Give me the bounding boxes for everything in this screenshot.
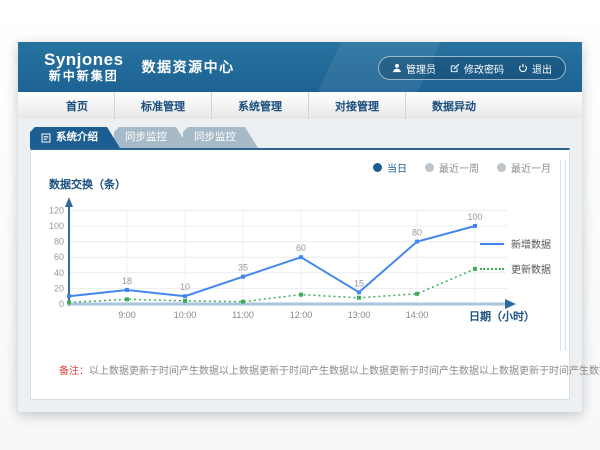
svg-text:35: 35 — [238, 263, 248, 273]
radio-last-month[interactable]: 最近一月 — [497, 160, 551, 175]
svg-text:12:00: 12:00 — [290, 310, 313, 320]
radio-dot-icon — [373, 163, 382, 172]
edit-icon — [450, 63, 460, 73]
user-button[interactable]: 管理员 — [392, 61, 436, 76]
radio-label: 最近一月 — [511, 160, 551, 175]
page-background: Synjones 新中新集团 数据资源中心 管理员 修改密码 — [0, 0, 600, 450]
series-0: 18 10 35 60 15 80 100 — [67, 212, 483, 298]
svg-text:100: 100 — [467, 212, 482, 222]
main-nav: 首页 标准管理 系统管理 对接管理 数据异动 — [18, 92, 582, 120]
svg-text:14:00: 14:00 — [406, 310, 429, 320]
logo-text-cn: 新中新集团 — [44, 70, 124, 83]
svg-text:0: 0 — [59, 299, 64, 309]
app-header: Synjones 新中新集团 数据资源中心 管理员 修改密码 — [18, 42, 582, 92]
footnote: 备注：以上数据更新于时间产生数据以上数据更新于时间产生数据以上数据更新于时间产生… — [59, 362, 600, 377]
svg-text:60: 60 — [54, 252, 64, 262]
footnote-text: 以上数据更新于时间产生数据以上数据更新于时间产生数据以上数据更新于时间产生数据以… — [89, 366, 600, 377]
radio-label: 当日 — [387, 160, 407, 175]
tab-system-intro[interactable]: 系统介绍 — [30, 127, 120, 148]
tab-sync-monitor-2[interactable]: 同步监控 — [183, 127, 258, 148]
y-axis-title: 数据交换（条） — [49, 176, 126, 192]
svg-text:18: 18 — [122, 276, 132, 286]
y-axis-ticks: 0 20 40 60 80 100 120 — [49, 205, 64, 309]
user-icon — [392, 63, 402, 73]
logo: Synjones 新中新集团 — [44, 51, 124, 83]
panel-scrollbar[interactable] — [560, 160, 566, 351]
nav-item-interface-mgmt[interactable]: 对接管理 — [308, 92, 405, 119]
svg-text:10: 10 — [180, 282, 190, 292]
legend-item: 新增数据 — [480, 236, 551, 251]
footnote-prefix: 备注： — [59, 366, 89, 377]
nav-item-home[interactable]: 首页 — [40, 92, 114, 119]
svg-text:15: 15 — [354, 278, 364, 288]
svg-text:80: 80 — [54, 237, 64, 247]
radio-today[interactable]: 当日 — [373, 160, 407, 175]
nav-item-data-change[interactable]: 数据异动 — [405, 92, 502, 119]
legend-label: 新增数据 — [511, 236, 551, 251]
logo-text-en: Synjones — [44, 51, 124, 70]
tab-label: 系统介绍 — [56, 127, 98, 148]
legend-line-dotted-icon — [480, 268, 504, 270]
change-password-label: 修改密码 — [464, 61, 504, 76]
logout-button[interactable]: 退出 — [518, 61, 552, 76]
tab-sync-monitor-1[interactable]: 同步监控 — [114, 127, 189, 148]
power-icon — [518, 63, 528, 73]
tab-label: 同步监控 — [125, 127, 167, 148]
user-toolbar: 管理员 修改密码 退出 — [378, 56, 566, 80]
content-area: 系统介绍 同步监控 同步监控 当日 最近一周 — [18, 119, 582, 412]
svg-text:100: 100 — [49, 221, 64, 231]
legend-line-solid-icon — [480, 243, 504, 245]
svg-text:20: 20 — [54, 283, 64, 293]
svg-text:11:00: 11:00 — [232, 310, 254, 320]
line-chart: 0 20 40 60 80 100 120 9:00 10:00 11:00 12:00 13:00 1… — [39, 194, 544, 330]
radio-dot-icon — [497, 163, 506, 172]
x-axis-label: 日期（小时） — [469, 309, 535, 323]
radio-label: 最近一周 — [439, 160, 479, 175]
svg-text:10:00: 10:00 — [174, 310, 197, 320]
svg-text:120: 120 — [49, 205, 64, 215]
document-icon — [41, 133, 51, 143]
svg-text:9:00: 9:00 — [118, 310, 136, 320]
x-axis-ticks: 9:00 10:00 11:00 12:00 13:00 14:00 — [118, 310, 428, 320]
nav-item-system-mgmt[interactable]: 系统管理 — [211, 92, 308, 119]
tab-bar: 系统介绍 同步监控 同步监控 — [30, 127, 582, 148]
radio-dot-icon — [425, 163, 434, 172]
nav-item-standard-mgmt[interactable]: 标准管理 — [114, 92, 211, 119]
x-axis-arrow-icon — [505, 299, 516, 309]
change-password-button[interactable]: 修改密码 — [450, 61, 504, 76]
range-filter: 当日 最近一周 最近一月 — [373, 160, 551, 175]
svg-text:40: 40 — [54, 268, 64, 278]
tab-label: 同步监控 — [194, 127, 236, 148]
y-axis-arrow-icon — [65, 197, 73, 207]
logout-label: 退出 — [532, 61, 552, 76]
legend-item: 更新数据 — [480, 261, 551, 276]
chart-panel: 当日 最近一周 最近一月 数据交换（条） 0 20 40 60 80 100 120 9:00… — [30, 148, 570, 400]
app-window: Synjones 新中新集团 数据资源中心 管理员 修改密码 — [18, 42, 582, 412]
radio-last-week[interactable]: 最近一周 — [425, 160, 479, 175]
svg-text:60: 60 — [296, 243, 306, 253]
legend-label: 更新数据 — [511, 261, 551, 276]
svg-text:80: 80 — [412, 228, 422, 238]
user-button-label: 管理员 — [406, 61, 436, 76]
chart-legend: 新增数据 更新数据 — [480, 236, 551, 276]
svg-text:13:00: 13:00 — [348, 310, 371, 320]
app-title: 数据资源中心 — [142, 57, 235, 77]
